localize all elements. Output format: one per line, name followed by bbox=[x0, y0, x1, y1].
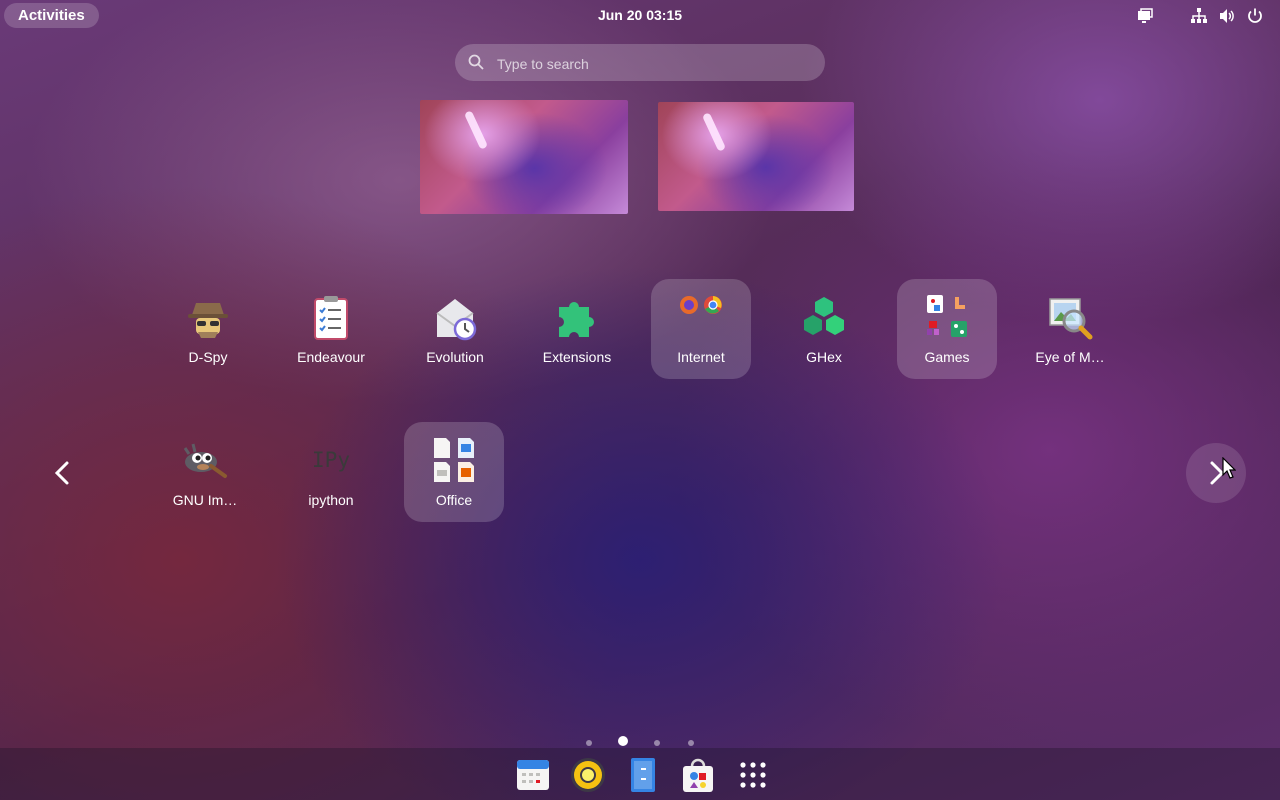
app-label: GHex bbox=[806, 349, 842, 365]
workspace-thumbnail-2[interactable] bbox=[658, 102, 854, 211]
app-label: Games bbox=[924, 349, 970, 365]
chevron-left-icon bbox=[54, 461, 69, 485]
app-dspy[interactable]: D-Spy bbox=[158, 279, 258, 379]
app-endeavour[interactable]: Endeavour bbox=[281, 279, 381, 379]
page-dot-4[interactable] bbox=[688, 740, 694, 746]
network-icon[interactable] bbox=[1190, 7, 1208, 25]
dash bbox=[0, 748, 1280, 800]
eye-of-mate-icon bbox=[1046, 293, 1094, 341]
page-dot-1[interactable] bbox=[586, 740, 592, 746]
search-input[interactable] bbox=[495, 44, 799, 83]
power-icon[interactable] bbox=[1246, 7, 1264, 25]
app-label: Office bbox=[435, 492, 473, 508]
app-ghex[interactable]: GHex bbox=[774, 279, 874, 379]
app-label: Internet bbox=[677, 349, 725, 365]
app-label: D-Spy bbox=[188, 349, 228, 365]
app-label: Evolution bbox=[426, 349, 484, 365]
gimp-icon bbox=[181, 436, 229, 484]
workspace-thumbnail-1[interactable] bbox=[420, 100, 628, 214]
app-evolution[interactable]: Evolution bbox=[405, 279, 505, 379]
ipython-logo-text: IPy bbox=[312, 448, 350, 472]
folder-office[interactable]: Office bbox=[404, 422, 504, 522]
page-dot-2[interactable] bbox=[618, 736, 628, 746]
folder-games[interactable]: Games bbox=[897, 279, 997, 379]
app-ipython[interactable]: IPy ipython bbox=[281, 422, 381, 522]
app-label: GNU Im… bbox=[172, 492, 238, 508]
search-icon bbox=[468, 54, 484, 75]
text-editor-icon[interactable] bbox=[624, 756, 662, 794]
app-label: Extensions bbox=[542, 349, 612, 365]
internet-folder-icon bbox=[677, 293, 725, 341]
show-apps-icon[interactable] bbox=[734, 756, 772, 794]
volume-icon[interactable] bbox=[1218, 7, 1236, 25]
games-folder-icon bbox=[923, 293, 971, 341]
folder-internet[interactable]: Internet bbox=[651, 279, 751, 379]
app-eye-of-mate[interactable]: Eye of M… bbox=[1020, 279, 1120, 379]
app-label: ipython bbox=[308, 492, 354, 508]
page-dot-3[interactable] bbox=[654, 740, 660, 746]
next-page-button[interactable] bbox=[1186, 443, 1246, 503]
previous-page-button[interactable] bbox=[45, 455, 81, 491]
endeavour-icon bbox=[307, 293, 355, 341]
app-label: Eye of M… bbox=[1035, 349, 1105, 365]
office-folder-icon bbox=[430, 436, 478, 484]
clock[interactable]: Jun 20 03:15 bbox=[0, 7, 1280, 23]
mouse-pointer-icon bbox=[1222, 456, 1237, 484]
ghex-icon bbox=[800, 293, 848, 341]
search-bar[interactable] bbox=[455, 44, 825, 83]
rhythmbox-icon[interactable] bbox=[569, 756, 607, 794]
ipython-icon: IPy bbox=[307, 436, 355, 484]
calendar-icon[interactable] bbox=[514, 756, 552, 794]
dspy-icon bbox=[184, 293, 232, 341]
screen-share-icon[interactable] bbox=[1136, 7, 1154, 25]
chevron-right-icon bbox=[1210, 461, 1225, 485]
app-extensions[interactable]: Extensions bbox=[527, 279, 627, 379]
software-icon[interactable] bbox=[679, 756, 717, 794]
extensions-icon bbox=[553, 293, 601, 341]
evolution-icon bbox=[431, 293, 479, 341]
top-bar: Activities Jun 20 03:15 bbox=[0, 0, 1280, 32]
app-gimp[interactable]: GNU Im… bbox=[155, 422, 255, 522]
app-label: Endeavour bbox=[297, 349, 365, 365]
